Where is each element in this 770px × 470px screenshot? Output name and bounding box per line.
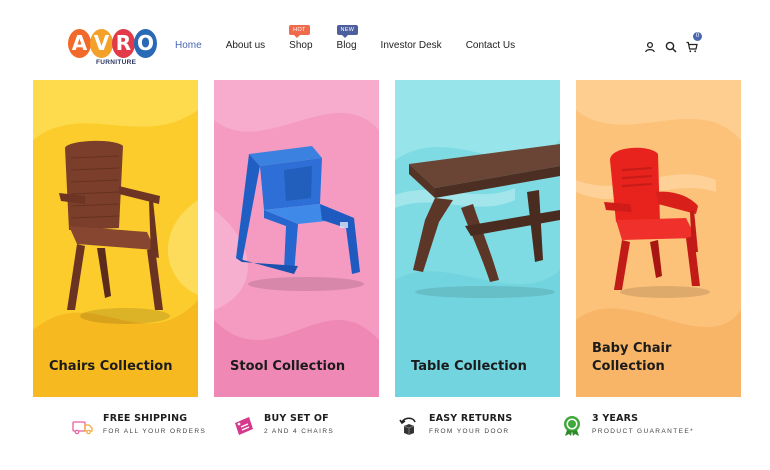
site-header: A V R O FURNITURE Home About us HOT Shop… — [0, 0, 770, 80]
nav-item-shop[interactable]: HOT Shop — [289, 25, 313, 51]
nav-label: Shop — [289, 40, 313, 51]
feature-subtitle: FOR ALL YOUR ORDERS — [103, 428, 207, 435]
nav-label: Blog — [336, 40, 357, 51]
header-icons: 0 — [644, 32, 702, 53]
card-title: Stool Collection — [230, 359, 346, 374]
logo-letters: A V R O — [68, 29, 160, 58]
card-title: Chairs Collection — [49, 359, 173, 374]
feature-title: 3 YEARS — [592, 413, 639, 424]
user-icon[interactable] — [644, 40, 656, 53]
nav-item-investor-desk[interactable]: Investor Desk — [381, 40, 442, 51]
logo-letter: O — [134, 29, 157, 58]
nav-item-contact[interactable]: Contact Us — [466, 40, 515, 51]
logo-letter: V — [90, 29, 113, 58]
nav-label: Investor Desk — [380, 40, 442, 51]
collection-panels: Chairs Collection Stool Collection Table… — [33, 80, 741, 397]
chairs-collection-card[interactable]: Chairs Collection — [33, 80, 198, 397]
logo-letter: A — [68, 29, 91, 58]
search-icon[interactable] — [665, 40, 677, 53]
logo-letter: R — [112, 29, 135, 58]
feature-title: FREE SHIPPING — [103, 413, 188, 424]
card-title: Table Collection — [411, 359, 527, 374]
nav-label: Home — [175, 40, 202, 51]
card-title: Baby Chair Collection — [592, 341, 672, 374]
nav-item-blog[interactable]: NEW Blog — [336, 25, 359, 51]
nav-item-home[interactable]: Home — [175, 40, 202, 51]
nav-item-about[interactable]: About us — [226, 40, 265, 51]
feature-subtitle: 2 AND 4 CHAIRS — [264, 428, 335, 435]
features-bar: FREE SHIPPING FOR ALL YOUR ORDERS BUY SE… — [0, 405, 770, 455]
guarantee-icon — [564, 416, 580, 436]
set-off-icon — [235, 417, 253, 435]
table-collection-card[interactable]: Table Collection — [395, 80, 560, 397]
feature-free-shipping: FREE SHIPPING FOR ALL YOUR ORDERS — [72, 413, 206, 437]
nav-label: About us — [225, 40, 266, 51]
feature-subtitle: PRODUCT GUARANTEE* — [592, 428, 695, 435]
feature-guarantee: 3 YEARS PRODUCT GUARANTEE* — [561, 413, 694, 437]
returns-icon — [399, 417, 416, 435]
nav-label: Contact Us — [465, 40, 516, 51]
stool-illustration — [236, 146, 364, 291]
new-badge: NEW — [336, 25, 359, 38]
baby-chair-illustration — [604, 147, 710, 298]
table-illustration — [409, 144, 560, 298]
logo-subtitle: FURNITURE — [96, 59, 137, 66]
truck-icon — [72, 421, 93, 435]
cart-icon[interactable]: 0 — [686, 32, 702, 53]
stool-collection-card[interactable]: Stool Collection — [214, 80, 379, 397]
brand-logo[interactable]: A V R O FURNITURE — [68, 29, 160, 69]
hot-badge: HOT — [289, 25, 310, 38]
feature-subtitle: FROM YOUR DOOR — [429, 428, 510, 435]
feature-title: BUY SET OF — [264, 413, 329, 424]
baby-chair-collection-card[interactable]: Baby Chair Collection — [576, 80, 741, 397]
feature-title: EASY RETURNS — [429, 413, 513, 424]
feature-buy-set: BUY SET OF 2 AND 4 CHAIRS — [233, 413, 334, 437]
cart-count-badge: 0 — [693, 32, 702, 41]
main-nav: Home About us HOT Shop NEW Blog Investor… — [175, 25, 539, 51]
feature-easy-returns: EASY RETURNS FROM YOUR DOOR — [398, 413, 512, 437]
chair-illustration — [59, 140, 170, 324]
